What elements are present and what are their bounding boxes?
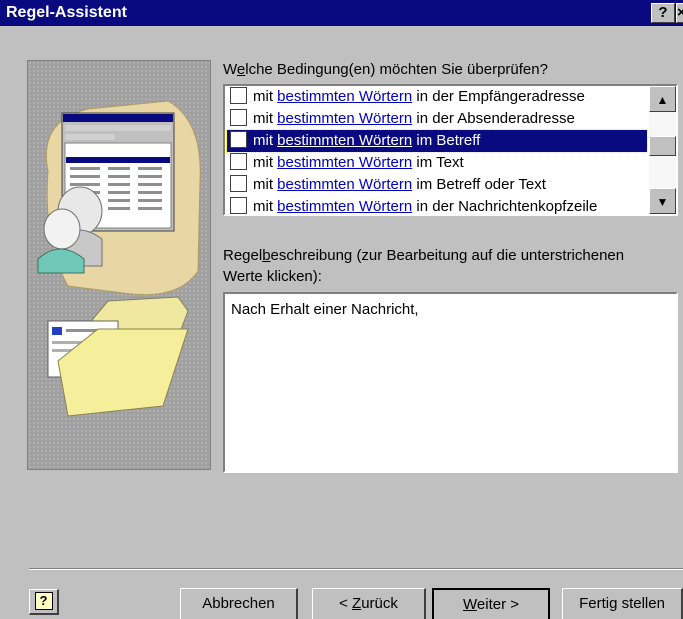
condition-link[interactable]: bestimmten Wörtern <box>277 132 412 149</box>
rule-description-box[interactable]: Nach Erhalt einer Nachricht, <box>223 292 678 473</box>
back-button[interactable]: < Zurück <box>312 588 426 619</box>
conditions-prompt-part: lche Bedingung(en) möchten Sie überprüfe… <box>245 61 548 78</box>
condition-link[interactable]: bestimmten Wörtern <box>277 176 412 193</box>
rule-description-text: Nach Erhalt einer Nachricht, <box>231 301 419 318</box>
description-label-accesskey: b <box>262 247 271 264</box>
wizard-illustration-art <box>37 100 201 417</box>
conditions-prompt-part: W <box>223 61 237 78</box>
condition-row[interactable]: mit bestimmten Wörtern in der Empfängera… <box>227 86 647 108</box>
description-label-line2: Werte klicken): <box>223 268 322 285</box>
condition-row[interactable]: mit bestimmten Wörtern in der Nachrichte… <box>227 196 647 215</box>
description-label: Regelbeschreibung (zur Bearbeitung auf d… <box>223 247 624 264</box>
condition-checkbox[interactable] <box>230 108 247 126</box>
condition-suffix: in der Empfängeradresse <box>416 88 585 105</box>
button-separator <box>29 568 683 570</box>
next-button[interactable]: Weiter > <box>432 588 550 619</box>
condition-checkbox[interactable] <box>230 196 247 214</box>
condition-checkbox[interactable] <box>230 174 247 192</box>
next-accesskey: W <box>463 596 477 613</box>
condition-link[interactable]: bestimmten Wörtern <box>277 198 412 214</box>
conditions-listbox[interactable]: mit bestimmten Wörtern in der Empfängera… <box>223 84 678 216</box>
wizard-illustration <box>27 60 211 470</box>
condition-row[interactable]: mit bestimmten Wörtern in der Absenderad… <box>227 108 647 130</box>
condition-row[interactable]: mit bestimmten Wörtern im Betreff oder T… <box>227 174 647 196</box>
condition-checkbox[interactable] <box>230 86 247 104</box>
help-title-button[interactable]: ? <box>651 3 675 23</box>
close-button[interactable]: × <box>676 3 683 23</box>
condition-prefix: mit <box>253 132 273 149</box>
scroll-thumb[interactable] <box>649 136 676 156</box>
help-button[interactable]: ? <box>29 589 59 615</box>
back-accesskey: Z <box>352 595 362 612</box>
window-title: Regel-Assistent <box>6 4 127 21</box>
condition-suffix: in der Nachrichtenkopfzeile <box>416 198 598 215</box>
condition-suffix: im Text <box>416 154 464 171</box>
back-label-part: urück <box>361 595 398 612</box>
description-label-part: eschreibung (zur Bearbeitung auf die unt… <box>270 247 625 264</box>
conditions-prompt: Welche Bedingung(en) möchten Sie überprü… <box>223 61 548 78</box>
conditions-scrollbar[interactable]: ▲ ▼ <box>649 86 676 214</box>
finish-button[interactable]: Fertig stellen <box>562 588 683 619</box>
cancel-button[interactable]: Abbrechen <box>180 588 298 619</box>
condition-prefix: mit <box>253 176 273 193</box>
conditions-prompt-accesskey: e <box>236 61 246 78</box>
condition-link[interactable]: bestimmten Wörtern <box>277 110 412 127</box>
scroll-up-button[interactable]: ▲ <box>649 86 676 112</box>
condition-link[interactable]: bestimmten Wörtern <box>277 88 412 105</box>
condition-suffix: im Betreff <box>416 132 481 149</box>
condition-checkbox[interactable] <box>230 130 247 148</box>
condition-suffix: im Betreff oder Text <box>416 176 546 193</box>
help-icon: ? <box>34 592 53 610</box>
back-label-part: < <box>339 595 353 612</box>
next-label-part: eiter > <box>476 596 519 613</box>
condition-prefix: mit <box>253 198 273 215</box>
title-bar: Regel-Assistent ? × <box>0 0 683 26</box>
condition-checkbox[interactable] <box>230 152 247 170</box>
condition-suffix: in der Absenderadresse <box>416 110 575 127</box>
description-label-part: Regel <box>223 247 263 264</box>
condition-link[interactable]: bestimmten Wörtern <box>277 154 412 171</box>
condition-row-selected[interactable]: mit bestimmten Wörtern im Betreff <box>226 129 648 153</box>
condition-row[interactable]: mit bestimmten Wörtern im Text <box>227 152 647 174</box>
condition-prefix: mit <box>253 110 273 127</box>
scroll-down-button[interactable]: ▼ <box>649 188 676 214</box>
condition-prefix: mit <box>253 154 273 171</box>
condition-prefix: mit <box>253 88 273 105</box>
